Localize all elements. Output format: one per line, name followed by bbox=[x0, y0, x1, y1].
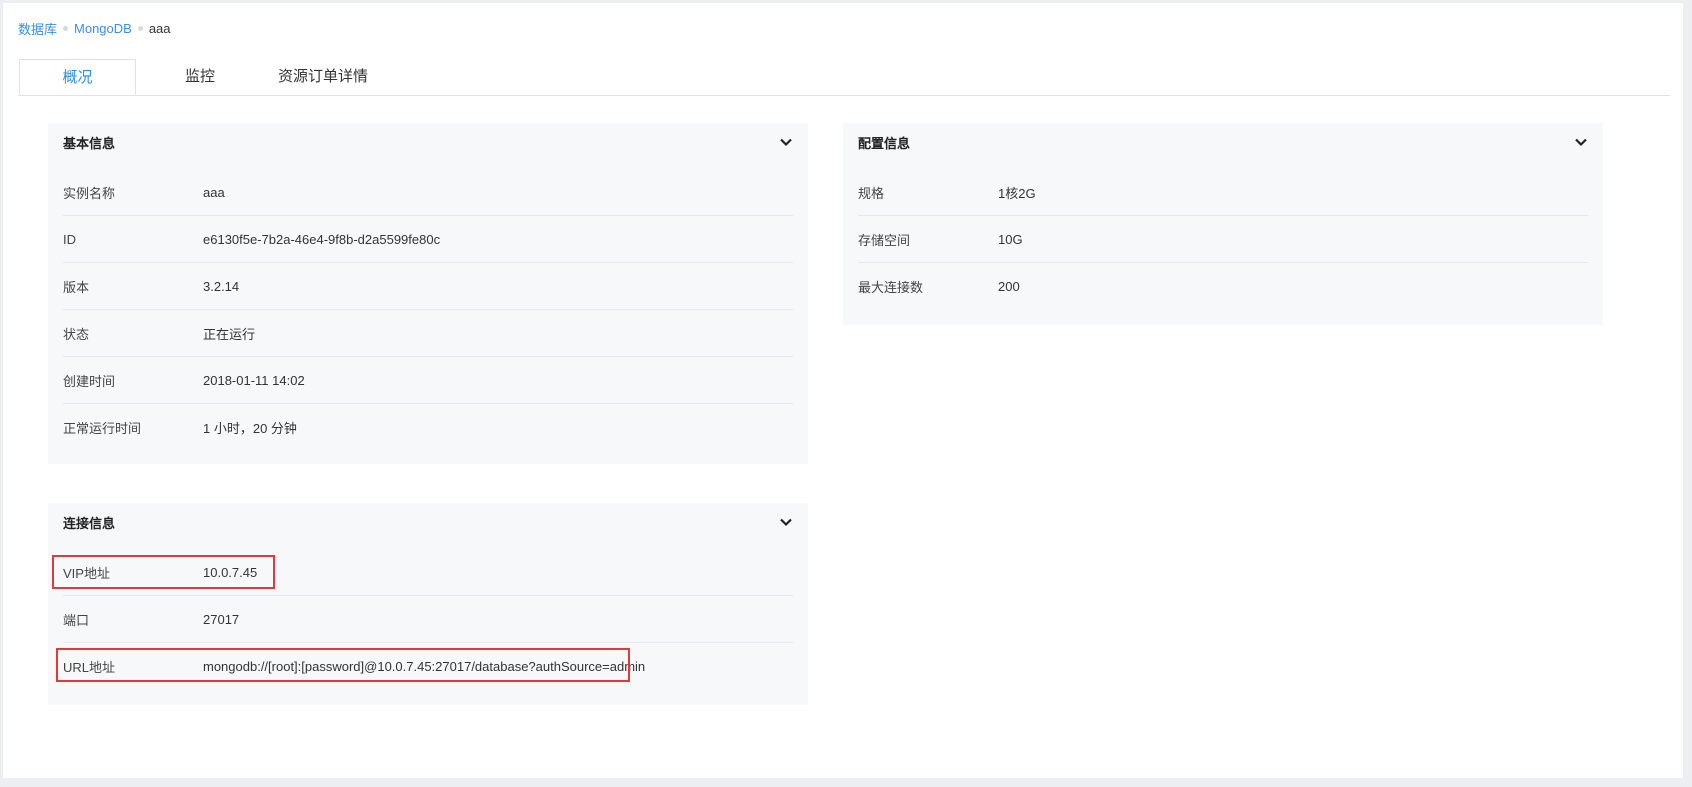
info-row-version: 版本 3.2.14 bbox=[63, 263, 793, 310]
conn-row-vip: VIP地址 10.0.7.45 bbox=[63, 549, 793, 596]
conn-key: 端口 bbox=[63, 612, 90, 628]
info-value: 2018-01-11 14:02 bbox=[203, 372, 305, 388]
info-key: 正常运行时间 bbox=[63, 420, 142, 436]
conn-info-card: 连接信息 VIP地址 10.0.7.45 端口 27017 URL地址 mong… bbox=[48, 503, 808, 705]
info-row-uptime: 正常运行时间 1 小时，20 分钟 bbox=[63, 404, 793, 450]
config-key: 最大连接数 bbox=[858, 279, 924, 295]
config-row-storage: 存储空间 10G bbox=[858, 216, 1588, 263]
info-value: aaa bbox=[203, 184, 225, 200]
breadcrumb-separator bbox=[63, 25, 69, 31]
config-value: 10G bbox=[998, 231, 1023, 247]
config-row-spec: 规格 1核2G bbox=[858, 169, 1588, 216]
info-value: 3.2.14 bbox=[203, 278, 240, 294]
config-info-title: 配置信息 bbox=[858, 135, 911, 151]
info-row-created: 创建时间 2018-01-11 14:02 bbox=[63, 357, 793, 404]
conn-key: URL地址 bbox=[63, 659, 116, 675]
info-row-instance-name: 实例名称 aaa bbox=[63, 169, 793, 216]
info-row-status: 状态 正在运行 bbox=[63, 310, 793, 357]
info-key: 状态 bbox=[63, 326, 90, 342]
config-key: 存储空间 bbox=[858, 232, 911, 248]
info-row-id: ID e6130f5e-7b2a-46e4-9f8b-d2a5599fe80c bbox=[63, 216, 793, 263]
info-value: e6130f5e-7b2a-46e4-9f8b-d2a5599fe80c bbox=[203, 231, 441, 247]
tab-bar: 概况 监控 资源订单详情 bbox=[18, 59, 1670, 96]
tab-overview[interactable]: 概况 bbox=[19, 59, 136, 95]
breadcrumb: 数据库 MongoDB aaa bbox=[18, 18, 171, 38]
page: 数据库 MongoDB aaa 概况 监控 资源订单详情 基本信息 实例名称 a… bbox=[3, 3, 1683, 778]
config-value: 200 bbox=[998, 278, 1020, 294]
breadcrumb-separator bbox=[137, 25, 143, 31]
breadcrumb-database[interactable]: 数据库 bbox=[18, 19, 57, 38]
config-info-card: 配置信息 规格 1核2G 存储空间 10G 最大连接数 200 bbox=[843, 123, 1603, 325]
conn-row-port: 端口 27017 bbox=[63, 596, 793, 643]
info-key: ID bbox=[63, 231, 76, 247]
info-key: 创建时间 bbox=[63, 373, 116, 389]
port-value: 27017 bbox=[203, 611, 240, 627]
config-value: 1核2G bbox=[998, 185, 1036, 201]
conn-key: VIP地址 bbox=[63, 565, 110, 581]
info-value: 1 小时，20 分钟 bbox=[203, 420, 297, 436]
tab-monitor[interactable]: 监控 bbox=[170, 59, 230, 95]
url-value: mongodb://[root]:[password]@10.0.7.45:27… bbox=[203, 658, 646, 674]
info-key: 实例名称 bbox=[63, 185, 116, 201]
conn-row-url: URL地址 mongodb://[root]:[password]@10.0.7… bbox=[63, 643, 793, 689]
breadcrumb-current: aaa bbox=[148, 20, 171, 36]
chevron-down-icon[interactable] bbox=[779, 515, 793, 529]
status-value: 正在运行 bbox=[203, 326, 256, 342]
basic-info-title: 基本信息 bbox=[63, 135, 116, 151]
breadcrumb-mongodb[interactable]: MongoDB bbox=[74, 21, 132, 36]
chevron-down-icon[interactable] bbox=[1574, 135, 1588, 149]
config-row-max-connections: 最大连接数 200 bbox=[858, 263, 1588, 309]
info-key: 版本 bbox=[63, 279, 90, 295]
config-key: 规格 bbox=[858, 185, 885, 201]
tab-order-details[interactable]: 资源订单详情 bbox=[263, 59, 383, 95]
vip-address-value: 10.0.7.45 bbox=[203, 564, 258, 580]
conn-info-title: 连接信息 bbox=[63, 515, 116, 531]
basic-info-card: 基本信息 实例名称 aaa ID e6130f5e-7b2a-46e4-9f8b… bbox=[48, 123, 808, 464]
chevron-down-icon[interactable] bbox=[779, 135, 793, 149]
